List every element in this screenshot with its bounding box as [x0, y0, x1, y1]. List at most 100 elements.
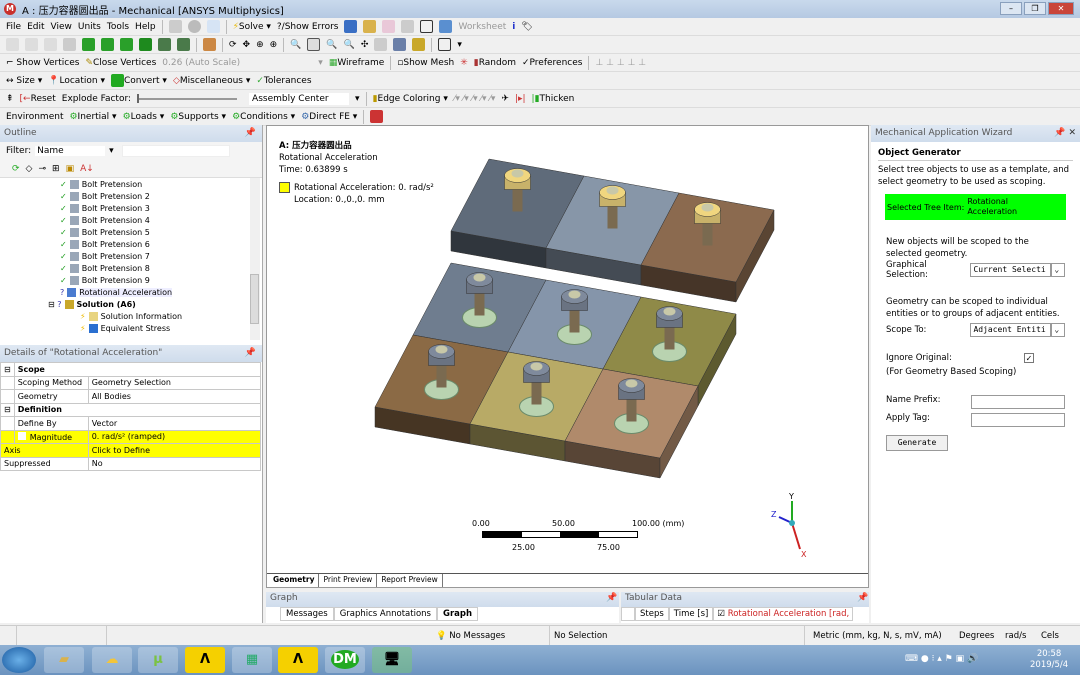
axis-icon[interactable]: ✳ — [460, 58, 468, 68]
column-checkbox[interactable]: ☑ — [717, 609, 725, 619]
zoom-fit-icon[interactable]: 🔍 — [290, 40, 301, 50]
info-cursor-icon[interactable]: i — [512, 22, 515, 32]
gap-icon[interactable]: |▸| — [515, 94, 526, 104]
details-row-axis[interactable]: Axis Click to Define — [0, 443, 262, 458]
name-prefix-input[interactable] — [971, 395, 1065, 409]
close-button[interactable]: ✕ — [1048, 2, 1074, 15]
col-rotational-acceleration[interactable]: ☑ Rotational Acceleration [rad, — [713, 607, 854, 621]
tree-scrollbar[interactable] — [250, 178, 260, 340]
status-rate[interactable]: rad/s — [1001, 626, 1026, 646]
taskbar-design-modeler[interactable]: DM — [325, 647, 365, 673]
tree-item[interactable]: ✓ Bolt Pretension 6 — [60, 239, 262, 251]
tab-graph[interactable]: Graph — [436, 607, 479, 621]
tray-icons[interactable]: ⌨ ● ⁝ ▴ ⚑ ▣ 🔊 — [905, 654, 978, 664]
figure-icon[interactable] — [401, 20, 415, 33]
face-filter-icon[interactable] — [120, 38, 133, 51]
tree-layout-icons[interactable]: ⊥ ⊥ ⊥ ⊥ ⊥ — [595, 58, 646, 68]
worksheet-button[interactable]: Worksheet — [458, 22, 506, 32]
loads-button[interactable]: ⚙Loads ▾ — [123, 112, 165, 122]
inertial-button[interactable]: ⚙Inertial ▾ — [69, 112, 116, 122]
close-vertices-button[interactable]: ✎Close Vertices — [85, 58, 156, 68]
vertex-select-icon[interactable] — [25, 38, 38, 51]
show-mesh-button[interactable]: ▫Show Mesh — [397, 58, 454, 68]
next-view-icon[interactable] — [393, 38, 407, 51]
taskbar-terminal[interactable]: ▦ — [232, 647, 272, 673]
taskbar-explorer[interactable]: ▰ — [44, 647, 84, 673]
refresh-icon[interactable]: ⟳ — [12, 164, 20, 174]
tolerances-button[interactable]: ✓Tolerances — [256, 76, 311, 86]
tree-item[interactable]: ✓ Bolt Pretension — [60, 179, 262, 191]
restore-button[interactable]: ❐ — [1024, 2, 1046, 15]
collapse-env-icon[interactable]: ⊸ — [38, 164, 46, 174]
tab-report-preview[interactable]: Report Preview — [376, 574, 443, 587]
comment-icon[interactable] — [363, 20, 377, 33]
sort-icon[interactable]: A↓ — [80, 164, 94, 174]
scope-to-dropdown[interactable]: ⌄ — [1051, 323, 1065, 337]
col-time[interactable]: Time [s] — [668, 607, 714, 621]
apply-tag-input[interactable] — [971, 413, 1065, 427]
expand-all-icon[interactable]: ⊞ — [52, 164, 60, 174]
miscellaneous-button[interactable]: ◇Miscellaneous ▾ — [173, 76, 250, 86]
graphical-selection-select[interactable]: Current Selecti — [970, 263, 1052, 277]
tree-item-solution-information[interactable]: ⚡ Solution Information — [80, 311, 262, 323]
tree-item[interactable]: ✓ Bolt Pretension 8 — [60, 263, 262, 275]
filter-input[interactable] — [121, 145, 230, 157]
graphical-selection-dropdown[interactable]: ⌄ — [1051, 263, 1065, 277]
details-row[interactable]: Define By Vector — [0, 416, 262, 431]
status-angle[interactable]: Degrees — [955, 626, 994, 646]
tab-geometry[interactable]: Geometry — [269, 574, 319, 587]
random-button[interactable]: ▮Random — [474, 58, 516, 68]
check-icon[interactable] — [187, 20, 201, 33]
new-analysis-icon[interactable] — [344, 20, 358, 33]
minimize-button[interactable]: – — [1000, 2, 1022, 15]
tag-icon[interactable]: 🏷 — [521, 22, 532, 32]
view-cube-icon[interactable] — [203, 38, 216, 51]
tree-item-solution[interactable]: ⊟ ? Solution (A6) — [48, 299, 262, 311]
console-icon[interactable] — [168, 20, 182, 33]
explode-icon[interactable]: ⇞ — [6, 94, 14, 104]
status-units[interactable]: Metric (mm, kg, N, s, mV, mA) — [809, 626, 942, 646]
menu-view[interactable]: View — [51, 22, 72, 32]
tree-item[interactable]: ✓ Bolt Pretension 2 — [60, 191, 262, 203]
tree-item[interactable]: ✓ Bolt Pretension 5 — [60, 227, 262, 239]
clock[interactable]: 20:58 2019/5/4 — [1030, 649, 1068, 671]
pin-icon[interactable]: 📌 — [245, 128, 256, 138]
edge-coloring-button[interactable]: ▮Edge Coloring ▾ — [373, 94, 448, 104]
pin-icon[interactable]: 📌 — [857, 593, 868, 603]
menu-edit[interactable]: Edit — [27, 22, 44, 32]
image-icon[interactable] — [439, 20, 453, 33]
text-icon[interactable] — [420, 20, 434, 33]
details-section-scope[interactable]: ⊟ Scope — [0, 362, 262, 377]
details-row-magnitude[interactable]: Magnitude 0. rad/s² (ramped) — [0, 429, 262, 444]
pin-close-icons[interactable]: 📌 ✕ — [1054, 128, 1076, 138]
status-messages[interactable]: 💡 No Messages — [432, 626, 550, 646]
chart-icon[interactable] — [382, 20, 396, 33]
folder-icon[interactable]: ▣ — [66, 164, 75, 174]
thicken-button[interactable]: |▮Thicken — [532, 94, 575, 104]
magnifier-icon[interactable]: 🔍 — [344, 40, 355, 50]
coordinate-icon[interactable] — [44, 38, 57, 51]
details-row[interactable]: Geometry All Bodies — [0, 389, 262, 404]
menu-tools[interactable]: Tools — [107, 22, 129, 32]
scale-combo[interactable]: 0.26 (Auto Scale) — [162, 58, 312, 68]
box-zoom-icon[interactable] — [307, 38, 321, 51]
taskbar-mechanical[interactable]: 🖥 — [372, 647, 412, 673]
taskbar-ansys-workbench[interactable]: Λ — [185, 647, 225, 673]
previous-view-icon[interactable] — [374, 38, 388, 51]
graph-icon[interactable] — [206, 20, 220, 33]
graphics-viewport[interactable]: A: 压力容器圆出品 Rotational Acceleration Time:… — [266, 125, 869, 588]
wireframe-button[interactable]: ▦Wireframe — [329, 58, 384, 68]
tab-print-preview[interactable]: Print Preview — [318, 574, 376, 587]
edge-filter-icon[interactable] — [101, 38, 114, 51]
convert-button[interactable]: Convert ▾ — [110, 74, 167, 87]
commands-icon[interactable] — [370, 110, 384, 123]
pin-icon[interactable]: 📌 — [606, 593, 617, 603]
start-button[interactable] — [2, 647, 36, 673]
details-row[interactable]: Scoping Method Geometry Selection — [0, 375, 262, 390]
col-steps[interactable]: Steps — [635, 607, 669, 621]
conditions-button[interactable]: ⚙Conditions ▾ — [232, 112, 295, 122]
tab-messages[interactable]: Messages — [280, 607, 334, 621]
menu-file[interactable]: File — [6, 22, 21, 32]
tree-item[interactable]: ✓ Bolt Pretension 3 — [60, 203, 262, 215]
taskbar-utorrent[interactable]: µ — [138, 647, 178, 673]
